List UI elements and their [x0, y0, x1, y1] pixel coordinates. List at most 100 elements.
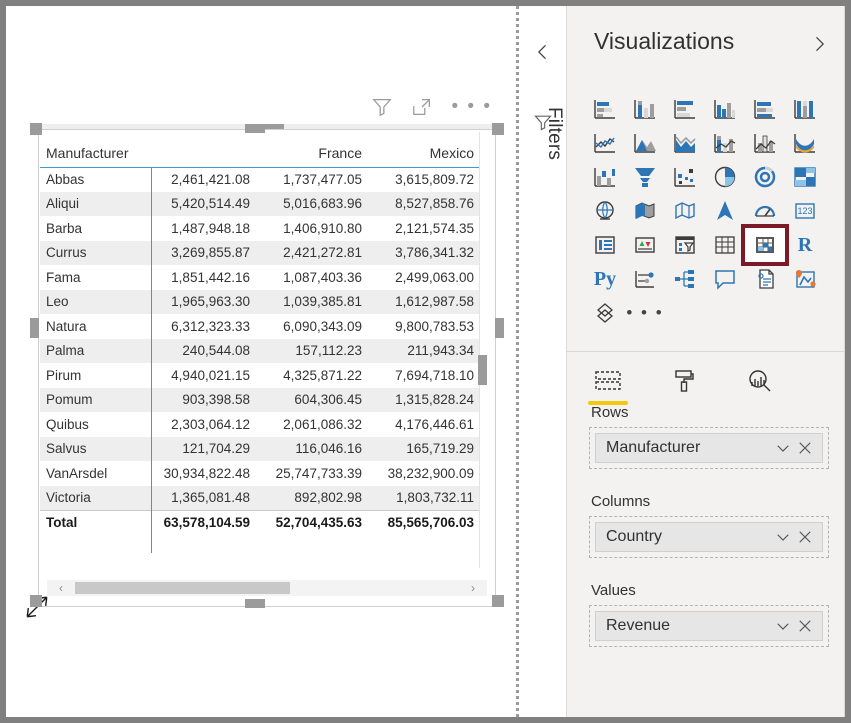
column-header-mexico[interactable]: Mexico [368, 131, 480, 167]
stacked-column-chart-icon[interactable] [625, 92, 665, 126]
value-cell[interactable]: 30,934,822.48 [144, 461, 256, 486]
value-cell[interactable]: 1,737,477.05 [256, 167, 368, 192]
stacked-bar-chart-icon[interactable] [585, 92, 625, 126]
gauge-icon[interactable] [745, 194, 785, 228]
row-header-cell[interactable]: Aliqui [40, 191, 144, 216]
field-chip-country[interactable]: Country [595, 522, 823, 552]
value-cell[interactable]: 1,406,910.80 [256, 216, 368, 241]
selection-handle-top-center[interactable] [245, 124, 265, 133]
matrix-body[interactable]: Abbas 2,461,421.08 1,737,477.05 3,615,809.7… [40, 167, 483, 535]
value-cell[interactable]: 240,544.08 [144, 338, 256, 363]
field-chip-manufacturer[interactable]: Manufacturer [595, 433, 823, 463]
value-cell[interactable]: 2,061,086.32 [256, 412, 368, 437]
selection-handle-middle-left[interactable] [30, 318, 39, 338]
matrix-horizontal-scrollbar[interactable]: ‹ › [47, 580, 487, 596]
row-header-cell[interactable]: VanArsdel [40, 461, 144, 486]
decomposition-tree-icon[interactable] [665, 262, 705, 296]
matrix-vertical-scrollbar-track[interactable] [479, 132, 486, 568]
value-cell[interactable]: 2,121,574.35 [368, 216, 480, 241]
ribbon-chart-icon[interactable] [785, 126, 825, 160]
matrix-vertical-scrollbar-thumb[interactable] [478, 355, 487, 385]
column-header-blank[interactable] [144, 131, 256, 167]
multi-row-card-icon[interactable] [585, 228, 625, 262]
value-cell[interactable]: 9,800,783.53 [368, 314, 480, 339]
more-visuals-icon[interactable]: • • • [625, 296, 665, 330]
value-cell[interactable]: 6,090,343.09 [256, 314, 368, 339]
value-cell[interactable]: 4,176,446.61 [368, 412, 480, 437]
selection-handle-bottom-center[interactable] [245, 599, 265, 608]
tab-analytics[interactable] [743, 364, 777, 398]
qa-visual-icon[interactable] [705, 262, 745, 296]
table-row[interactable]: Leo 1,965,963.30 1,039,385.81 1,612,987.58 [40, 289, 483, 314]
well-dropzone-columns[interactable]: Country [589, 516, 829, 558]
row-header-cell[interactable]: Salvus [40, 436, 144, 461]
matrix-table-viewport[interactable]: Manufacturer France Mexico U Abbas2,461,… [40, 131, 483, 569]
value-cell[interactable]: 1,365,081.48 [144, 485, 256, 510]
table-total-row[interactable]: Total 63,578,104.59 52,704,435.63 85,565,70… [40, 509, 483, 535]
value-cell[interactable]: 892,802.98 [256, 485, 368, 510]
filters-pane-label[interactable]: Filters [543, 107, 565, 187]
column-header-manufacturer[interactable]: Manufacturer [40, 131, 144, 167]
clustered-bar-chart-icon[interactable] [665, 92, 705, 126]
table-row[interactable]: Barba 1,487,948.18 1,406,910.80 2,121,574.3… [40, 216, 483, 241]
value-cell[interactable]: 25,747,733.39 [256, 461, 368, 486]
value-cell[interactable]: 7,694,718.10 [368, 363, 480, 388]
paginated-report-icon[interactable] [585, 296, 625, 330]
value-cell[interactable]: 4,940,021.15 [144, 363, 256, 388]
table-row[interactable]: Palma 240,544.08 157,112.23 211,943.34 [40, 338, 483, 363]
value-cell[interactable]: 903,398.58 [144, 387, 256, 412]
table-row[interactable]: Pirum 4,940,021.15 4,325,871.22 7,694,718.1… [40, 363, 483, 388]
treemap-icon[interactable] [785, 160, 825, 194]
row-header-cell[interactable]: Quibus [40, 412, 144, 437]
table-icon[interactable] [705, 228, 745, 262]
chevron-down-icon[interactable] [774, 439, 792, 457]
value-cell[interactable]: 8,527,858.76 [368, 191, 480, 216]
filters-pane-collapsed[interactable]: Filters [519, 6, 567, 717]
value-cell[interactable]: 165,719.29 [368, 436, 480, 461]
filter-icon[interactable] [371, 96, 393, 118]
chevron-down-icon[interactable] [774, 528, 792, 546]
matrix-visual-icon[interactable] [741, 224, 789, 266]
table-row[interactable]: Aliqui 5,420,514.49 5,016,683.96 8,527,858.… [40, 191, 483, 216]
clustered-column-chart-icon[interactable] [705, 92, 745, 126]
table-row[interactable]: Natura 6,312,323.33 6,090,343.09 9,800,783.… [40, 314, 483, 339]
area-chart-icon[interactable] [625, 126, 665, 160]
pane-tabs[interactable] [567, 358, 845, 405]
line-and-clustered-column-chart-icon[interactable] [745, 126, 785, 160]
close-icon[interactable] [796, 617, 814, 635]
value-cell[interactable]: 116,046.16 [256, 436, 368, 461]
pie-chart-icon[interactable] [705, 160, 745, 194]
value-cell[interactable]: 1,851,442.16 [144, 265, 256, 290]
shape-map-icon[interactable] [665, 194, 705, 228]
hundred-percent-stacked-bar-chart-icon[interactable] [745, 92, 785, 126]
column-header-france[interactable]: France [256, 131, 368, 167]
table-row[interactable]: Fama 1,851,442.16 1,087,403.36 2,499,063.00 [40, 265, 483, 290]
value-cell[interactable]: 2,461,421.08 [144, 167, 256, 192]
filled-map-icon[interactable] [625, 194, 665, 228]
more-options-icon[interactable]: • • • [451, 97, 492, 116]
selection-handle-bottom-right[interactable] [492, 595, 504, 607]
slicer-icon[interactable] [665, 228, 705, 262]
matrix-visual-container[interactable]: • • • Manufacturer France Mexico Abbas 2… [30, 90, 504, 610]
table-row[interactable]: Quibus 2,303,064.12 2,061,086.32 4,176,446.… [40, 412, 483, 437]
value-cell[interactable]: 604,306.45 [256, 387, 368, 412]
r-script-visual-icon[interactable]: R [785, 228, 825, 262]
map-icon[interactable] [585, 194, 625, 228]
value-cell[interactable]: 2,303,064.12 [144, 412, 256, 437]
report-canvas[interactable]: • • • Manufacturer France Mexico Abbas 2… [6, 6, 516, 717]
chevron-left-icon[interactable] [533, 42, 553, 62]
focus-mode-icon[interactable] [411, 96, 433, 118]
row-header-cell[interactable]: Currus [40, 240, 144, 265]
hundred-percent-stacked-column-chart-icon[interactable] [785, 92, 825, 126]
selection-handle-top-left[interactable] [30, 123, 42, 135]
row-header-cell[interactable]: Leo [40, 289, 144, 314]
chevron-down-icon[interactable] [774, 617, 792, 635]
row-header-cell[interactable]: Pirum [40, 363, 144, 388]
value-cell[interactable]: 3,615,809.72 [368, 167, 480, 192]
close-icon[interactable] [796, 439, 814, 457]
visualizations-pane[interactable]: Visualizations 123 R Py • • • Rows Manuf… [567, 6, 845, 717]
row-header-cell[interactable]: Natura [40, 314, 144, 339]
row-header-cell[interactable]: Fama [40, 265, 144, 290]
matrix-horizontal-scrollbar-thumb[interactable] [75, 582, 290, 594]
value-cell[interactable]: 1,315,828.24 [368, 387, 480, 412]
